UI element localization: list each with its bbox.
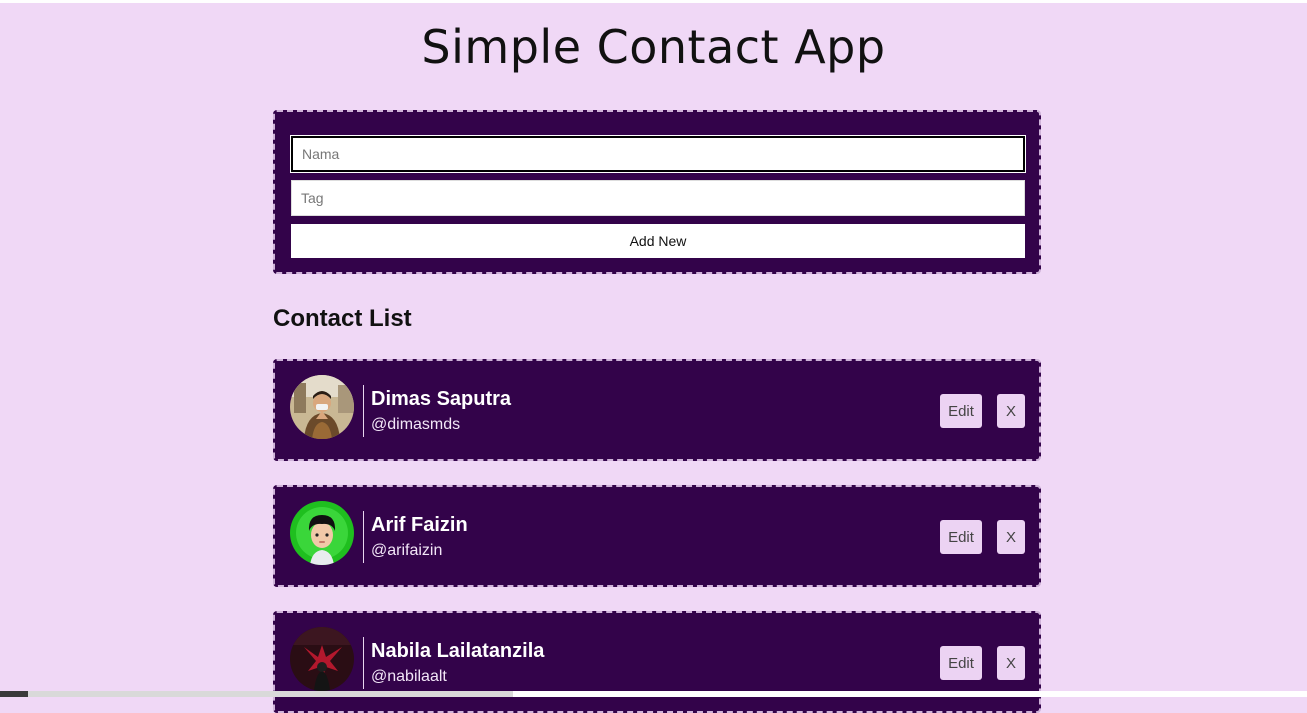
contact-item: Arif Faizin @arifaizin Edit X [273,485,1041,587]
scrollbar-arrow-left[interactable] [0,691,28,697]
avatar [290,627,354,691]
add-new-button[interactable]: Add New [291,224,1025,258]
delete-button[interactable]: X [997,646,1025,680]
contact-item: Nabila Lailatanzila @nabilaalt Edit X [273,611,1041,713]
contact-name: Dimas Saputra [371,388,512,410]
divider [363,511,364,563]
contact-name: Arif Faizin [371,514,468,536]
contact-list-title: Contact List [273,305,412,332]
contact-item: Dimas Saputra @dimasmds Edit X [273,359,1041,461]
divider [363,637,364,689]
divider [363,385,364,437]
delete-button[interactable]: X [997,520,1025,554]
scrollbar-thumb[interactable] [28,691,513,697]
edit-button[interactable]: Edit [940,520,982,554]
page-title: Simple Contact App [421,20,886,74]
tag-input[interactable] [291,180,1025,216]
top-edge [0,0,1307,3]
edit-button[interactable]: Edit [940,394,982,428]
name-input[interactable] [291,136,1025,172]
bottom-scrollbar[interactable] [0,691,1307,697]
contact-tag: @dimasmds [371,416,461,433]
delete-button[interactable]: X [997,394,1025,428]
edit-button[interactable]: Edit [940,646,982,680]
avatar [290,501,354,565]
contact-tag: @nabilaalt [371,668,447,685]
add-contact-form: Add New [273,110,1041,274]
avatar [290,375,354,439]
contact-name: Nabila Lailatanzila [371,640,545,662]
contact-tag: @arifaizin [371,542,443,559]
